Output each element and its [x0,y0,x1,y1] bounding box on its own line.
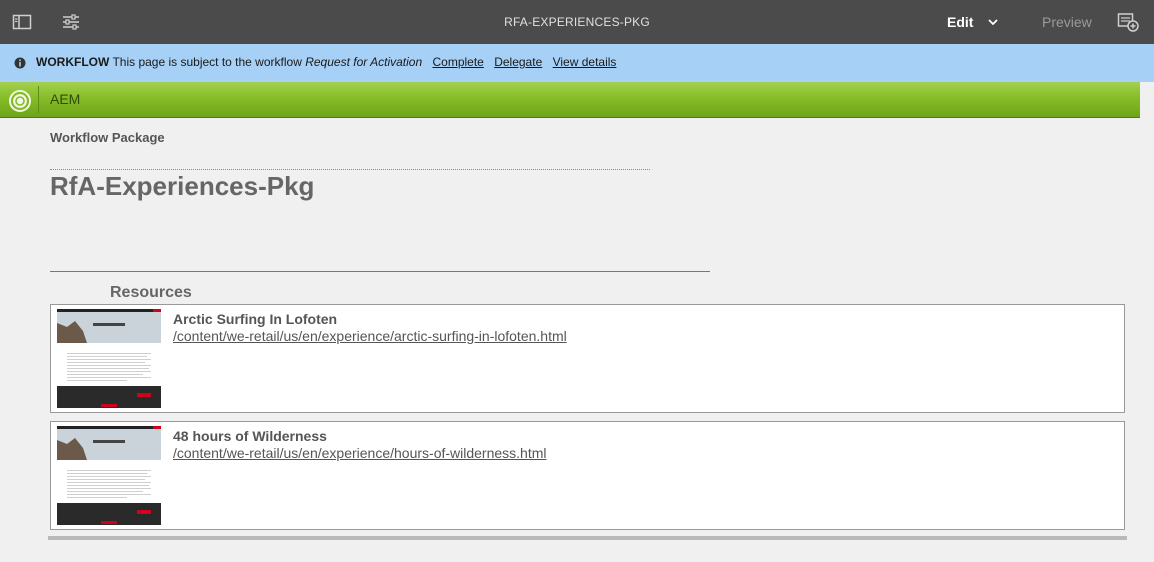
resource-item[interactable]: Arctic Surfing In Lofoten /content/we-re… [50,304,1125,413]
delegate-link[interactable]: Delegate [494,55,542,69]
page-title-toolbar: RFA-EXPERIENCES-PKG [504,15,650,29]
preview-button[interactable]: Preview [1042,14,1092,30]
page-title: RfA-Experiences-Pkg [50,171,315,201]
page-thumbnail[interactable] [57,309,161,408]
aem-divider [38,86,39,113]
resource-path-link[interactable]: /content/we-retail/us/en/experience/arct… [173,328,567,344]
workflow-label: WORKFLOW [36,55,110,69]
aem-label: AEM [50,91,81,107]
complete-link[interactable]: Complete [433,55,484,69]
resource-item[interactable]: 48 hours of Wilderness /content/we-retai… [50,421,1125,530]
section-divider [50,271,710,272]
dotted-divider [50,169,650,170]
annotations-icon[interactable] [1117,12,1139,32]
workflow-name: Request for Activation [305,55,423,69]
view-details-link[interactable]: View details [553,55,617,69]
workflow-message: WORKFLOW This page is subject to the wor… [36,55,616,69]
page-eyebrow: Workflow Package [50,130,165,145]
resource-path-link[interactable]: /content/we-retail/us/en/experience/hour… [173,445,547,461]
vertical-scrollbar[interactable] [1140,82,1154,562]
info-icon [14,57,26,69]
chevron-down-icon[interactable] [986,15,1000,29]
horizontal-scrollbar[interactable] [48,536,1127,540]
top-toolbar: RFA-EXPERIENCES-PKG Edit Preview [0,0,1154,44]
workflow-banner: WORKFLOW This page is subject to the wor… [0,44,1154,82]
resource-title: Arctic Surfing In Lofoten [173,311,338,327]
mode-selector[interactable]: Edit [947,14,973,30]
aem-header-bar: AEM [0,82,1140,118]
aem-logo-icon[interactable] [8,89,32,113]
resource-title: 48 hours of Wilderness [173,428,327,444]
page-thumbnail[interactable] [57,426,161,525]
workflow-text: This page is subject to the workflow [112,55,302,69]
resources-heading: Resources [110,284,192,301]
